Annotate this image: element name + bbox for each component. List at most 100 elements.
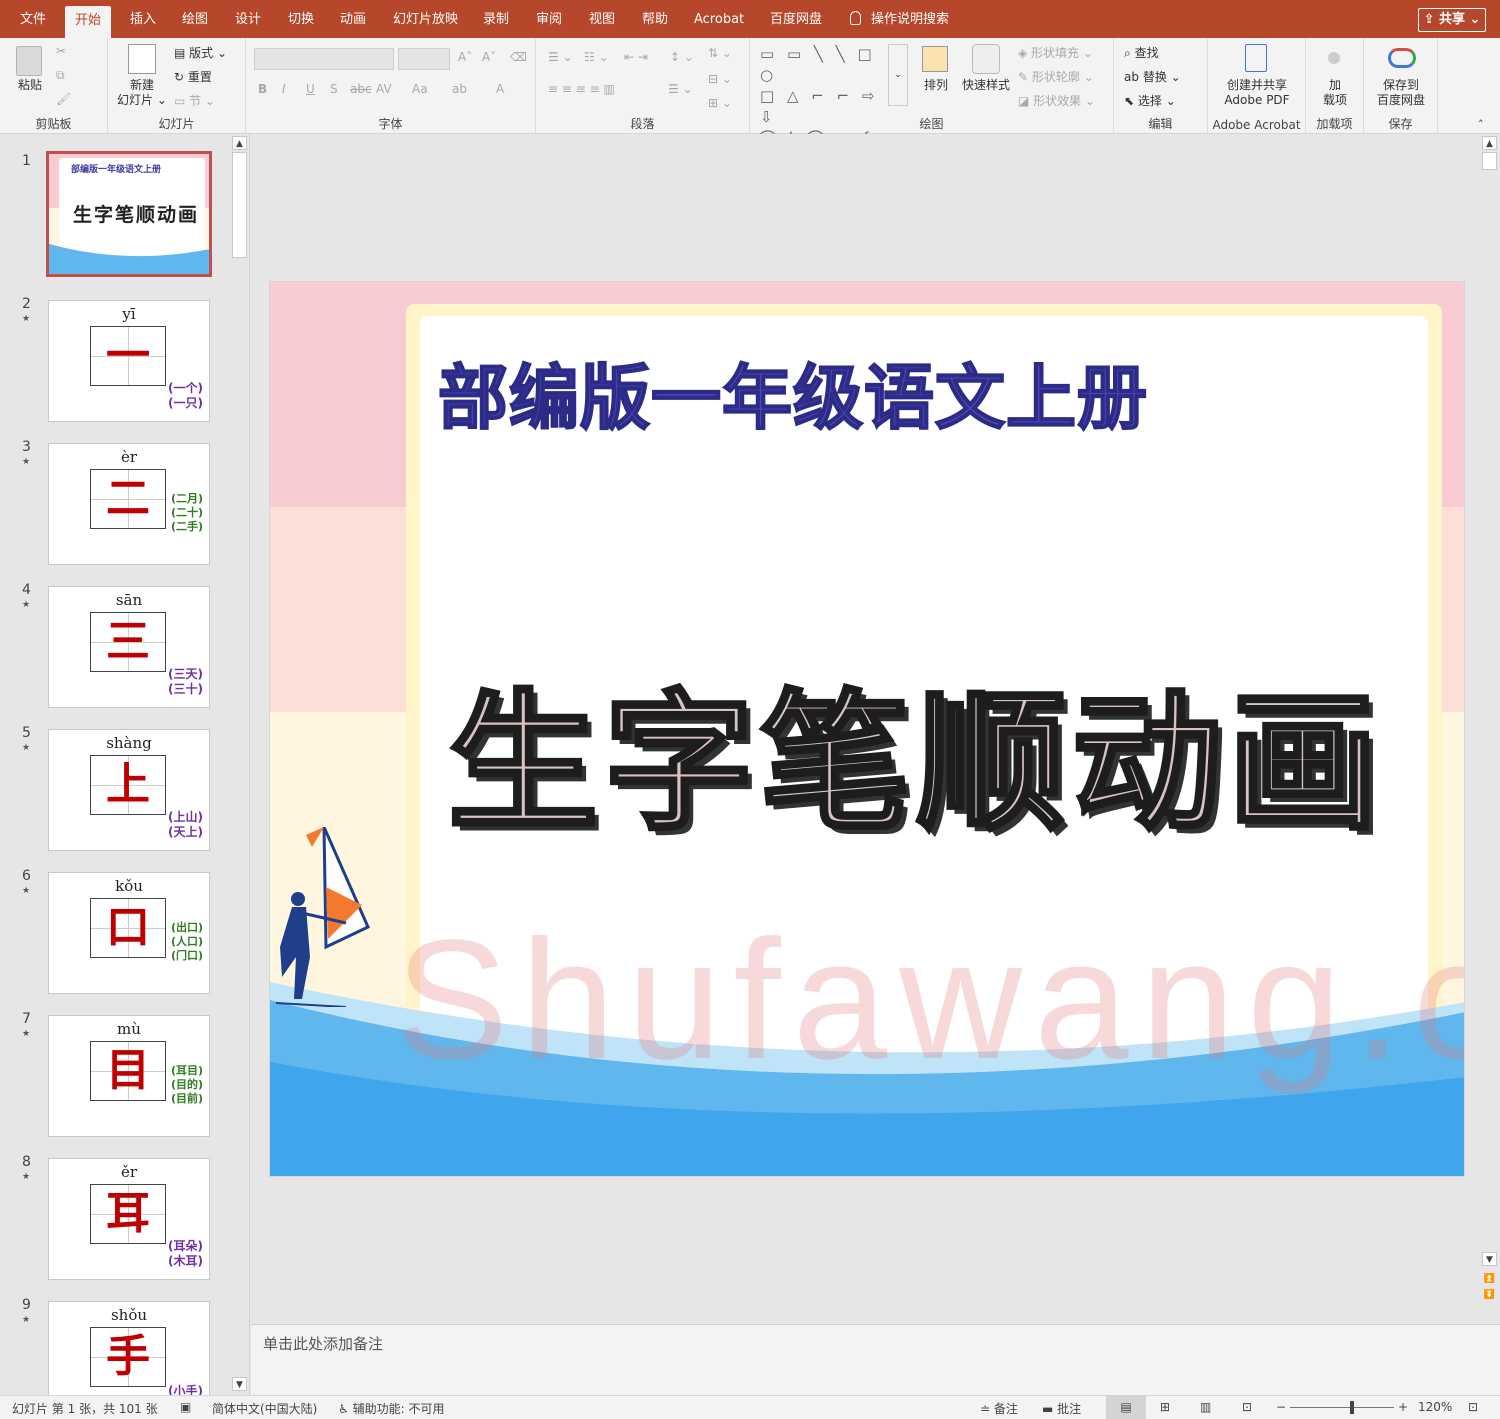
bullets-icon[interactable]: ☰ ⌄: [548, 50, 573, 64]
paste-button[interactable]: 粘贴: [10, 78, 50, 93]
tell-me-search[interactable]: 操作说明搜索: [850, 7, 949, 33]
tab-help[interactable]: 帮助: [632, 7, 678, 33]
font-name-input[interactable]: [254, 48, 394, 70]
tab-acrobat[interactable]: Acrobat: [684, 7, 754, 33]
tab-record[interactable]: 录制: [473, 7, 519, 33]
tab-draw[interactable]: 绘图: [172, 7, 218, 33]
tab-animations[interactable]: 动画: [330, 7, 376, 33]
select-button[interactable]: ⬉ 选择 ⌄: [1124, 92, 1176, 109]
create-pdf-button[interactable]: 创建并共享 Adobe PDF: [1210, 78, 1304, 108]
next-slide-icon[interactable]: ⏬: [1482, 1288, 1497, 1302]
language-indicator[interactable]: 简体中文(中国大陆): [212, 1400, 317, 1417]
slide-thumbnail[interactable]: ěr 耳 (耳朵) (木耳): [48, 1158, 210, 1280]
font-color-button[interactable]: A: [496, 82, 504, 96]
previous-slide-icon[interactable]: ⏫: [1482, 1272, 1497, 1286]
tab-transitions[interactable]: 切换: [278, 7, 324, 33]
shapes-more-icon[interactable]: ⌄: [888, 44, 908, 106]
columns-icon[interactable]: ☰ ⌄: [668, 82, 693, 96]
zoom-slider[interactable]: [1290, 1407, 1394, 1408]
underline-button[interactable]: U: [306, 82, 315, 96]
font-size-input[interactable]: [398, 48, 450, 70]
tab-slideshow[interactable]: 幻灯片放映: [383, 7, 468, 33]
smartart-icon[interactable]: ⊞ ⌄: [708, 96, 732, 110]
tab-insert[interactable]: 插入: [120, 7, 166, 33]
layout-button[interactable]: ▤ 版式 ⌄: [174, 44, 227, 61]
comments-button[interactable]: ▬ 批注: [1042, 1400, 1081, 1417]
quick-styles-button[interactable]: 快速样式: [958, 78, 1014, 93]
slide-thumbnail[interactable]: shàng 上 (上山) (天上): [48, 729, 210, 851]
normal-view-icon[interactable]: ▤: [1106, 1396, 1146, 1419]
shape-fill-button[interactable]: ◈ 形状填充 ⌄: [1018, 44, 1093, 61]
slide-thumbnail[interactable]: mù 目 (耳目) (目的) (目前): [48, 1015, 210, 1137]
addins-icon[interactable]: [1328, 52, 1340, 64]
editor-scrollbar[interactable]: ▲ ▼ ⏫ ⏬: [1481, 134, 1498, 1324]
bold-button[interactable]: B: [258, 82, 267, 96]
grow-font-icon[interactable]: A˄: [458, 50, 472, 64]
quick-styles-icon[interactable]: [972, 44, 1000, 74]
addins-button[interactable]: 加载项: [1310, 78, 1360, 108]
accessibility-status[interactable]: ♿ 辅助功能: 不可用: [338, 1400, 444, 1417]
tab-baidu[interactable]: 百度网盘: [760, 7, 832, 33]
line-spacing-icon[interactable]: ↕ ⌄: [670, 50, 694, 64]
slide-title[interactable]: 生字笔顺动画: [446, 642, 1384, 859]
notes-placeholder[interactable]: 单击此处添加备注: [263, 1333, 383, 1354]
shapes-gallery[interactable]: ▭ ▭ ╲ ╲ □ ○□ △ ⌐ ⌐ ⇨ ⇩⌒ ⌇ ⌒ ∿ { }: [760, 44, 890, 168]
editor-scrollbar-thumb[interactable]: [1482, 152, 1497, 170]
tab-design[interactable]: 设计: [225, 7, 271, 33]
format-painter-icon[interactable]: 🖌: [56, 92, 71, 106]
slide-sorter-icon[interactable]: ⊞: [1160, 1400, 1170, 1414]
zoom-in-button[interactable]: +: [1398, 1400, 1408, 1414]
slide-thumbnail[interactable]: shǒu 手 (小手): [48, 1301, 210, 1395]
copy-icon[interactable]: ⧉: [56, 68, 65, 83]
tab-view[interactable]: 视图: [579, 7, 625, 33]
indent-icons[interactable]: ⇤ ⇥: [624, 50, 648, 64]
tab-file[interactable]: 文件: [10, 7, 56, 33]
reset-button[interactable]: ↻ 重置: [174, 68, 212, 85]
scrollbar-thumb[interactable]: [232, 152, 247, 258]
shape-outline-button[interactable]: ✎ 形状轮廓 ⌄: [1018, 68, 1094, 85]
arrange-button[interactable]: 排列: [918, 78, 954, 93]
thumbnail-scrollbar[interactable]: ▲ ▼: [231, 134, 248, 1395]
share-button[interactable]: ⇪ 共享 ⌄: [1418, 8, 1486, 32]
shadow-button[interactable]: S: [330, 82, 338, 96]
zoom-out-button[interactable]: −: [1276, 1400, 1286, 1414]
align-text-icon[interactable]: ⊟ ⌄: [708, 72, 732, 86]
italic-button[interactable]: I: [282, 82, 286, 96]
notes-toggle-button[interactable]: ≐ 备注: [980, 1400, 1018, 1417]
editor-scroll-up-arrow[interactable]: ▲: [1482, 136, 1497, 150]
paste-icon[interactable]: [16, 46, 42, 76]
current-slide[interactable]: 部编版一年级语文上册 生字笔顺动画 Shufawang.cn: [269, 281, 1465, 1177]
slide-thumbnail[interactable]: èr 二 (二月) (二十) (二手): [48, 443, 210, 565]
fit-slide-icon[interactable]: ⊡: [1468, 1400, 1478, 1414]
align-icons[interactable]: ≡ ≡ ≡ ≡ ▥: [548, 82, 615, 96]
zoom-level[interactable]: 120%: [1418, 1400, 1452, 1414]
baidu-cloud-icon[interactable]: [1388, 48, 1416, 68]
section-button[interactable]: ▭ 节 ⌄: [174, 92, 215, 109]
slide-thumbnail[interactable]: sān 三 (三天) (三十): [48, 586, 210, 708]
arrange-icon[interactable]: [922, 46, 948, 72]
slideshow-view-icon[interactable]: ⊡: [1242, 1400, 1252, 1414]
reading-view-icon[interactable]: ▥: [1200, 1400, 1211, 1414]
tab-home[interactable]: 开始: [65, 6, 112, 38]
slide-thumbnail[interactable]: 部编版一年级语文上册 生字笔顺动画: [46, 151, 212, 277]
shape-effects-button[interactable]: ◪ 形状效果 ⌄: [1018, 92, 1095, 109]
pdf-icon[interactable]: [1245, 44, 1267, 72]
scroll-up-arrow[interactable]: ▲: [232, 136, 247, 150]
highlight-icon[interactable]: ab: [452, 82, 467, 96]
clear-format-icon[interactable]: ⌫: [510, 50, 527, 64]
slide-subtitle[interactable]: 部编版一年级语文上册: [437, 342, 1148, 443]
replace-button[interactable]: ab 替换 ⌄: [1124, 68, 1181, 85]
editor-scroll-down-arrow[interactable]: ▼: [1482, 1252, 1497, 1266]
slide-thumbnail[interactable]: kǒu 口 (出口) (人口) (门口): [48, 872, 210, 994]
collapse-ribbon-icon[interactable]: ˄: [1478, 118, 1484, 131]
spellcheck-icon[interactable]: ▣: [180, 1400, 191, 1414]
slide-thumbnail[interactable]: yī 一 (一个) (一只): [48, 300, 210, 422]
new-slide-button[interactable]: 新建 幻灯片 ⌄: [114, 78, 170, 108]
cut-icon[interactable]: ✂: [56, 44, 66, 58]
notes-pane[interactable]: 单击此处添加备注: [251, 1324, 1500, 1395]
shrink-font-icon[interactable]: A˅: [482, 50, 496, 64]
zoom-slider-handle[interactable]: [1350, 1401, 1355, 1414]
text-direction-icon[interactable]: ⇅ ⌄: [708, 46, 732, 60]
tab-review[interactable]: 审阅: [526, 7, 572, 33]
scroll-down-arrow[interactable]: ▼: [232, 1377, 247, 1391]
